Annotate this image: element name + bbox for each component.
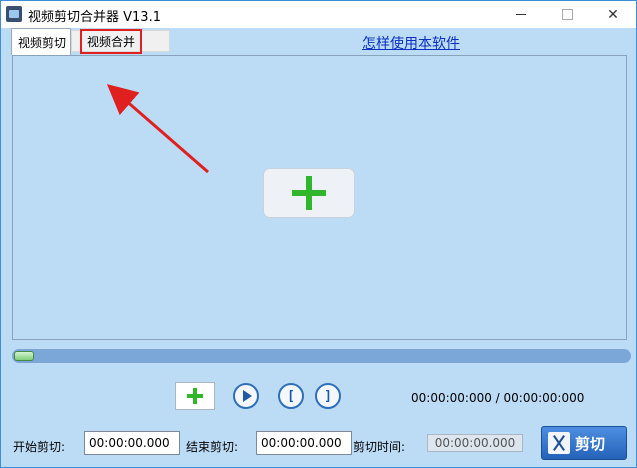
minimize-icon: [516, 14, 526, 15]
scissors-icon: [548, 432, 570, 454]
app-window: 视频剪切合并器 V13.1 ✕ 视频剪切 视频合并 怎样使用本软件 [] 00…: [0, 0, 637, 468]
time-display: 00:00:00:000 / 00:00:00:000: [411, 391, 585, 405]
end-cut-input[interactable]: [256, 431, 352, 455]
cut-button[interactable]: 剪切: [541, 426, 627, 460]
close-button[interactable]: ✕: [590, 1, 636, 28]
maximize-button[interactable]: [544, 1, 590, 28]
tab-video-cut[interactable]: 视频剪切: [11, 28, 71, 55]
tab-strip: 视频剪切 视频合并: [11, 28, 171, 55]
mark-in-icon: [: [287, 388, 295, 404]
end-cut-label: 结束剪切:: [186, 440, 239, 454]
cut-duration-label: 剪切时间:: [353, 440, 406, 454]
window-title: 视频剪切合并器 V13.1: [28, 10, 161, 25]
minimize-button[interactable]: [498, 1, 544, 28]
help-link[interactable]: 怎样使用本软件: [362, 33, 460, 53]
mark-out-button[interactable]: ]: [315, 383, 341, 409]
add-file-button[interactable]: [175, 382, 215, 410]
plus-icon: [187, 388, 203, 404]
plus-icon: [292, 176, 326, 210]
mark-in-button[interactable]: [: [278, 383, 304, 409]
cut-button-label: 剪切: [575, 434, 606, 453]
cut-duration-value: 00:00:00.000: [427, 434, 523, 452]
play-button[interactable]: [233, 383, 259, 409]
progress-slider[interactable]: [12, 349, 631, 363]
close-icon: ✕: [607, 6, 619, 23]
maximize-icon: [561, 9, 573, 20]
start-cut-label: 开始剪切:: [13, 440, 66, 454]
tab-label: 视频合并: [80, 28, 143, 54]
add-video-button[interactable]: [263, 168, 355, 218]
slider-handle[interactable]: [14, 351, 34, 361]
film-icon: [6, 6, 22, 22]
video-preview-area[interactable]: [12, 55, 627, 340]
tab-label: 视频剪切: [18, 35, 67, 50]
title-bar[interactable]: 视频剪切合并器 V13.1 ✕: [1, 1, 636, 28]
mark-out-icon: ]: [324, 388, 332, 404]
tab-video-merge[interactable]: 视频合并: [71, 28, 170, 54]
play-icon: [243, 390, 252, 402]
start-cut-input[interactable]: [84, 431, 180, 455]
